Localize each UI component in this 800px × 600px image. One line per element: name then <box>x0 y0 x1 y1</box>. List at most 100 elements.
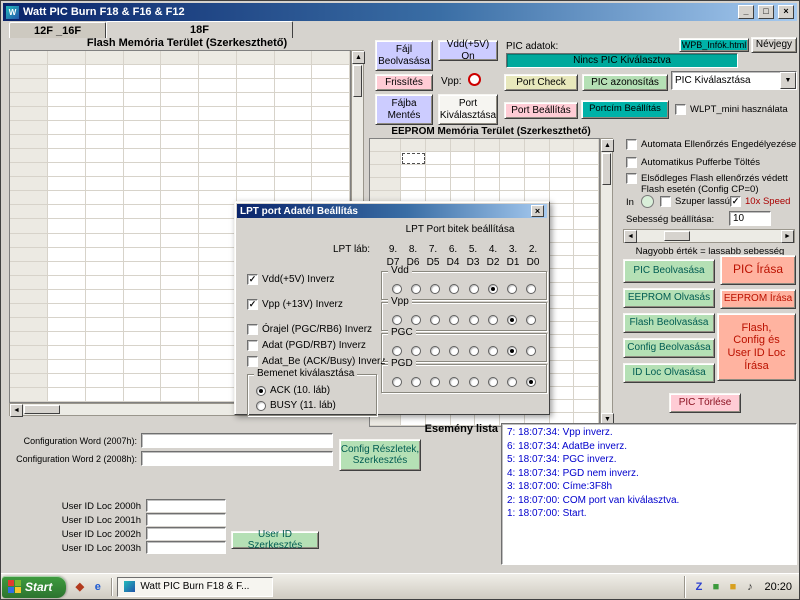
grid-cell[interactable] <box>48 387 86 402</box>
grid-cell[interactable] <box>161 247 199 262</box>
grid-cell[interactable] <box>161 289 199 304</box>
grid-cell[interactable] <box>123 219 162 234</box>
pgd-inverz-row[interactable]: Adat (PGD/RB7) Inverz <box>247 340 366 351</box>
flash-read-button[interactable]: Flash Beolvasása <box>623 313 715 333</box>
speed-input[interactable] <box>729 211 771 226</box>
grid-cell[interactable] <box>85 65 124 80</box>
grid-cell[interactable] <box>199 387 237 402</box>
grid-cell[interactable] <box>199 205 237 220</box>
grid-cell[interactable] <box>161 205 199 220</box>
grid-cell[interactable] <box>574 256 599 270</box>
grid-cell[interactable] <box>48 149 86 164</box>
grid-cell[interactable] <box>85 93 124 108</box>
grid-cell[interactable] <box>574 295 599 309</box>
lpt-bit-radio[interactable] <box>430 284 441 294</box>
grid-cell[interactable] <box>574 347 599 361</box>
scroll-up-button[interactable]: ▲ <box>601 139 614 152</box>
scroll-thumb[interactable] <box>24 405 60 414</box>
grid-cell[interactable] <box>161 65 199 80</box>
grid-cell[interactable] <box>123 289 162 304</box>
grid-cell[interactable] <box>401 178 426 192</box>
grid-cell[interactable] <box>85 373 124 388</box>
grid-cell[interactable] <box>574 269 599 283</box>
grid-cell[interactable] <box>236 65 275 80</box>
grid-cell[interactable] <box>199 191 237 206</box>
grid-cell[interactable] <box>199 177 237 192</box>
grid-cell[interactable] <box>236 163 275 178</box>
dialog-title-bar[interactable]: LPT port Adatél Beállítás × <box>237 204 547 218</box>
grid-cell[interactable] <box>123 205 162 220</box>
auto-verify-checkbox-row[interactable]: Automata Ellenőrzés Engedélyezése <box>626 139 796 150</box>
lpt-bit-radio[interactable] <box>468 284 479 294</box>
dialog-close-button[interactable]: × <box>531 205 544 217</box>
grid-cell[interactable] <box>123 135 162 150</box>
load-file-button[interactable]: Fájl Beolvasása <box>375 40 433 71</box>
pgc-inverz-row[interactable]: Órajel (PGC/RB6) Inverz <box>247 324 372 335</box>
grid-cell[interactable] <box>312 149 350 164</box>
grid-cell[interactable] <box>549 165 575 179</box>
grid-cell[interactable] <box>48 359 86 374</box>
grid-cell[interactable] <box>85 177 124 192</box>
grid-cell[interactable] <box>48 289 86 304</box>
tab-18f[interactable]: 18F <box>106 21 293 38</box>
port-setup-button[interactable]: Port Beállítás <box>504 102 578 119</box>
lpt-bit-radio[interactable] <box>392 284 402 294</box>
lpt-bit-radio[interactable] <box>487 284 498 294</box>
lpt-bit-radio[interactable] <box>430 346 441 356</box>
grid-cell[interactable] <box>199 359 237 374</box>
grid-cell[interactable] <box>199 373 237 388</box>
grid-cell[interactable] <box>48 303 86 318</box>
primary-flash-checkbox[interactable] <box>626 173 637 184</box>
grid-cell[interactable] <box>574 360 599 374</box>
grid-cell[interactable] <box>123 177 162 192</box>
grid-cell[interactable] <box>161 107 199 122</box>
grid-cell[interactable] <box>161 135 199 150</box>
grid-cell[interactable] <box>123 345 162 360</box>
grid-cell[interactable] <box>574 243 599 257</box>
grid-cell[interactable] <box>274 121 313 136</box>
refresh-button[interactable]: Frissítés <box>375 74 433 91</box>
grid-cell[interactable] <box>123 121 162 136</box>
lpt-bit-radio[interactable] <box>487 377 498 387</box>
grid-cell[interactable] <box>123 65 162 80</box>
grid-cell[interactable] <box>236 135 275 150</box>
grid-cell[interactable] <box>161 331 199 346</box>
lpt-bit-radio[interactable] <box>449 284 460 294</box>
grid-cell[interactable] <box>274 163 313 178</box>
wpb-info-button[interactable]: WPB_Infók.html <box>679 38 749 52</box>
grid-cell[interactable] <box>85 275 124 290</box>
ack-radio[interactable] <box>256 385 266 396</box>
grid-cell[interactable] <box>236 107 275 122</box>
grid-cell[interactable] <box>85 359 124 374</box>
grid-cell[interactable] <box>85 219 124 234</box>
grid-cell[interactable] <box>48 135 86 150</box>
grid-cell[interactable] <box>85 121 124 136</box>
grid-cell[interactable] <box>549 399 575 413</box>
grid-cell[interactable] <box>312 177 350 192</box>
grid-cell[interactable] <box>123 359 162 374</box>
slider-left-button[interactable]: ◄ <box>624 230 637 243</box>
grid-cell[interactable] <box>48 331 86 346</box>
port-check-button[interactable]: Port Check <box>504 74 578 91</box>
grid-cell[interactable] <box>401 165 426 179</box>
save-file-button[interactable]: Fájba Mentés <box>375 94 433 125</box>
grid-cell[interactable] <box>48 65 86 80</box>
grid-cell[interactable] <box>161 79 199 94</box>
lpt-bit-radio[interactable] <box>525 377 536 387</box>
grid-cell[interactable] <box>574 152 599 166</box>
grid-cell[interactable] <box>123 79 162 94</box>
lpt-bit-radio[interactable] <box>392 315 402 325</box>
lpt-bit-radio[interactable] <box>525 284 536 294</box>
lpt-bit-radio[interactable] <box>506 346 517 356</box>
grid-cell[interactable] <box>85 107 124 122</box>
grid-cell[interactable] <box>549 308 575 322</box>
wlpt-mini-checkbox-row[interactable]: WLPT_mini használata <box>675 104 788 115</box>
lpt-bit-radio[interactable] <box>506 377 517 387</box>
lpt-bit-radio[interactable] <box>506 315 517 325</box>
lpt-bit-radio[interactable] <box>411 315 422 325</box>
grid-cell[interactable] <box>574 386 599 400</box>
grid-cell[interactable] <box>48 121 86 136</box>
grid-cell[interactable] <box>549 282 575 296</box>
lpt-bit-radio[interactable] <box>392 346 402 356</box>
grid-cell[interactable] <box>425 178 451 192</box>
